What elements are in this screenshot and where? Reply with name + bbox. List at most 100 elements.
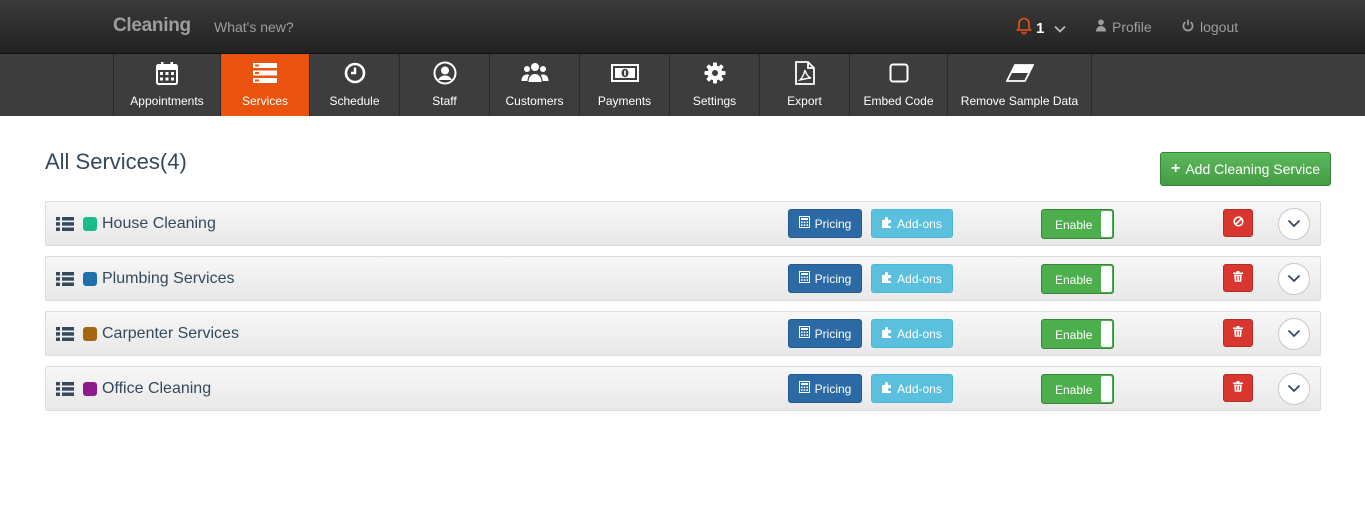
notifications-dropdown[interactable]: 1 — [1016, 17, 1066, 40]
nav-item-settings[interactable]: Settings — [670, 54, 760, 116]
addons-button[interactable]: Add-ons — [871, 264, 953, 293]
logout-link[interactable]: logout — [1182, 19, 1238, 35]
profile-link[interactable]: Profile — [1096, 19, 1152, 35]
chevron-down-icon — [1287, 380, 1301, 398]
addons-button[interactable]: Add-ons — [871, 374, 953, 403]
pricing-button[interactable]: Pricing — [788, 264, 862, 293]
nav-item-staff[interactable]: Staff — [400, 54, 490, 116]
pricing-button[interactable]: Pricing — [788, 374, 862, 403]
nav-label: Remove Sample Data — [960, 94, 1079, 108]
page-title: All Services(4) — [45, 149, 187, 174]
logout-label: logout — [1200, 19, 1239, 35]
calendar-icon — [156, 60, 178, 86]
service-color-swatch — [83, 327, 97, 341]
trash-icon — [1233, 379, 1243, 397]
nav-item-schedule[interactable]: Schedule — [310, 54, 400, 116]
service-color-swatch — [83, 217, 97, 231]
chevron-down-icon — [1054, 20, 1066, 38]
nav-label: Payments — [597, 94, 652, 108]
toggle-knob — [1101, 211, 1112, 237]
top-bar: Cleaning What's new? 1 Profile logout — [0, 0, 1365, 54]
profile-label: Profile — [1112, 19, 1152, 35]
delete-button[interactable] — [1223, 319, 1253, 347]
enable-toggle[interactable]: Enable — [1041, 264, 1114, 294]
notification-count: 1 — [1036, 20, 1045, 37]
calculator-icon — [798, 326, 810, 341]
expand-button[interactable] — [1278, 373, 1310, 405]
nav-label: Services — [241, 94, 288, 108]
drag-handle-icon[interactable] — [56, 217, 74, 236]
toggle-knob — [1101, 376, 1112, 402]
addons-label: Add-ons — [897, 381, 942, 396]
pdf-file-icon — [794, 60, 815, 86]
nav-item-appointments[interactable]: Appointments — [114, 54, 221, 116]
service-color-swatch — [83, 382, 97, 396]
whats-new-link[interactable]: What's new? — [214, 19, 294, 35]
expand-button[interactable] — [1278, 318, 1310, 350]
brand-title[interactable]: Cleaning — [113, 15, 191, 37]
drag-handle-icon[interactable] — [56, 382, 74, 401]
service-row: Plumbing Services Pricing Add-ons Enable — [45, 256, 1321, 301]
disable-delete-button[interactable] — [1223, 209, 1253, 237]
drag-handle-icon[interactable] — [56, 272, 74, 291]
pricing-label: Pricing — [814, 271, 852, 286]
chevron-down-icon — [1287, 215, 1301, 233]
calculator-icon — [798, 216, 810, 231]
nav-label: Export — [787, 94, 822, 108]
nav-item-services[interactable]: Services — [221, 54, 310, 116]
toggle-label: Enable — [1055, 273, 1093, 287]
power-icon — [1182, 19, 1194, 35]
addons-label: Add-ons — [897, 326, 942, 341]
enable-toggle[interactable]: Enable — [1041, 319, 1114, 349]
service-row: House Cleaning Pricing Add-ons Enable — [45, 201, 1321, 246]
nav-item-remove-sample-data[interactable]: Remove Sample Data — [948, 54, 1092, 116]
eraser-icon — [1005, 60, 1034, 86]
chevron-down-icon — [1287, 270, 1301, 288]
trash-icon — [1233, 269, 1243, 287]
enable-toggle[interactable]: Enable — [1041, 374, 1114, 404]
nav-items: Appointments Services Schedule Staff Cus… — [113, 54, 1092, 116]
toggle-label: Enable — [1055, 218, 1093, 232]
clock-icon — [344, 60, 366, 86]
add-button-label: Add Cleaning Service — [1185, 161, 1320, 177]
service-color-swatch — [83, 272, 97, 286]
addons-label: Add-ons — [897, 216, 942, 231]
service-row: Office Cleaning Pricing Add-ons Enable — [45, 366, 1321, 411]
delete-button[interactable] — [1223, 264, 1253, 292]
addons-button[interactable]: Add-ons — [871, 319, 953, 348]
toggle-knob — [1101, 321, 1112, 347]
users-icon — [521, 60, 549, 86]
chevron-down-icon — [1287, 325, 1301, 343]
service-name: Office Cleaning — [102, 380, 212, 397]
add-cleaning-service-button[interactable]: + Add Cleaning Service — [1160, 152, 1331, 186]
nav-label: Customers — [505, 94, 564, 108]
puzzle-icon — [882, 216, 893, 231]
delete-button[interactable] — [1223, 374, 1253, 402]
calculator-icon — [798, 381, 810, 396]
nav-item-export[interactable]: Export — [760, 54, 850, 116]
nav-label: Settings — [692, 94, 737, 108]
nav-item-payments[interactable]: Payments — [580, 54, 670, 116]
expand-button[interactable] — [1278, 263, 1310, 295]
pricing-button[interactable]: Pricing — [788, 319, 862, 348]
drag-handle-icon[interactable] — [56, 327, 74, 346]
puzzle-icon — [882, 326, 893, 341]
calculator-icon — [798, 271, 810, 286]
expand-button[interactable] — [1278, 208, 1310, 240]
service-name: Carpenter Services — [102, 325, 239, 342]
pricing-button[interactable]: Pricing — [788, 209, 862, 238]
addons-label: Add-ons — [897, 271, 942, 286]
enable-toggle[interactable]: Enable — [1041, 209, 1114, 239]
pricing-label: Pricing — [814, 216, 852, 231]
user-icon — [1096, 19, 1106, 35]
bell-icon — [1016, 17, 1032, 40]
user-circle-icon — [433, 60, 457, 86]
nav-label: Appointments — [130, 94, 204, 108]
addons-button[interactable]: Add-ons — [871, 209, 953, 238]
nav-item-embed-code[interactable]: Embed Code — [850, 54, 948, 116]
nav-item-customers[interactable]: Customers — [490, 54, 580, 116]
pricing-label: Pricing — [814, 381, 852, 396]
plus-icon: + — [1171, 160, 1181, 177]
main-nav: Appointments Services Schedule Staff Cus… — [0, 54, 1365, 116]
gear-icon — [704, 60, 726, 86]
